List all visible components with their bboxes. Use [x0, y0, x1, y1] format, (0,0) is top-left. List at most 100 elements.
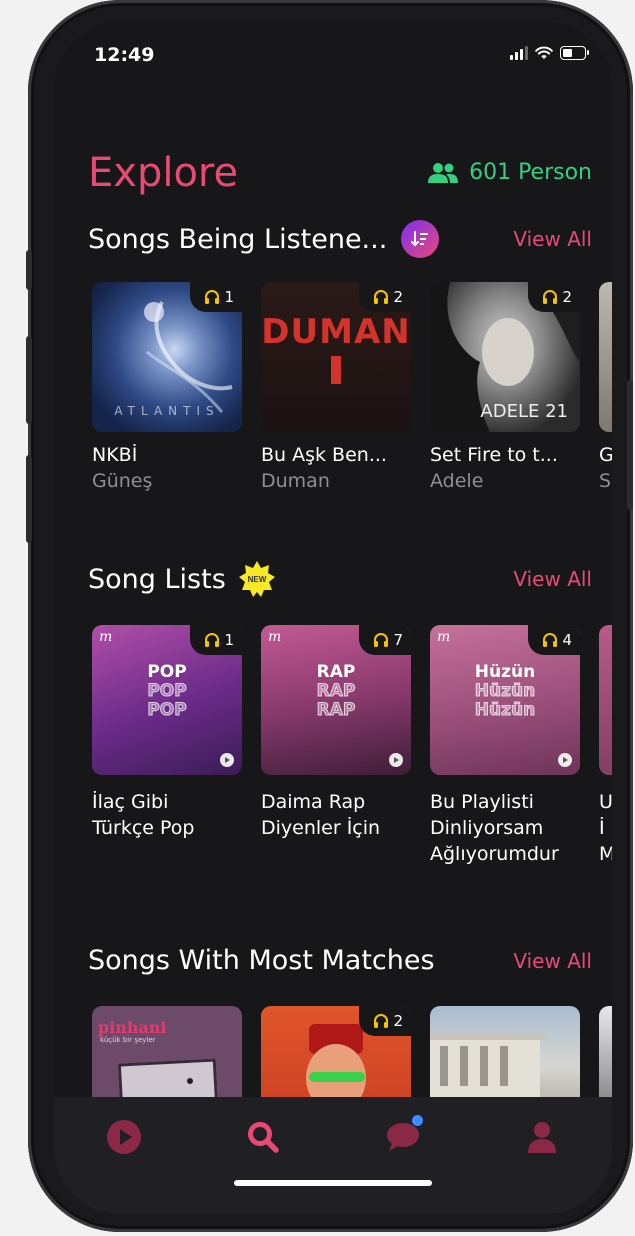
listener-badge: 4 — [528, 625, 580, 655]
listener-count: 7 — [393, 631, 403, 649]
wifi-icon — [535, 46, 553, 59]
song-card[interactable]: ATLANTIS 1 NKBİ Güneş — [92, 282, 242, 492]
headphones-icon — [543, 290, 558, 304]
playlist-card[interactable]: m RAP RAP RAP 7 Daima Rap Diyenler İçin — [261, 625, 411, 867]
song-artist: Duman — [261, 470, 330, 492]
tab-explore[interactable] — [233, 1117, 293, 1157]
section-header-listening: Songs Being Listene... View All — [88, 220, 592, 258]
song-lists-row: m POP POP POP 1 İlaç Gibi Türkçe Pop m R… — [92, 625, 612, 867]
playlist-card[interactable]: m POP POP POP 1 İlaç Gibi Türkçe Pop — [92, 625, 242, 867]
song-card[interactable]: G S — [599, 282, 612, 492]
listener-badge: 2 — [359, 282, 411, 312]
tab-profile[interactable] — [512, 1117, 572, 1157]
battery-icon — [560, 46, 589, 60]
listener-badge: 1 — [190, 282, 242, 312]
play-icon — [220, 753, 234, 767]
headphones-icon — [374, 290, 389, 304]
playlist-title: Bu Playlisti Dinliyorsam Ağlıyorumdur — [430, 791, 559, 865]
status-time: 12:49 — [94, 44, 155, 66]
notification-dot — [411, 1115, 423, 1126]
headphones-icon — [205, 290, 220, 304]
section-title: Songs Being Listene... — [88, 223, 388, 255]
person-count-badge[interactable]: 601 Person — [427, 160, 592, 185]
art-subtext: küçük bir şeyler — [100, 1036, 156, 1044]
home-indicator — [234, 1180, 432, 1186]
listener-count: 1 — [224, 631, 234, 649]
playlist-art — [599, 625, 612, 775]
art-text: ATLANTIS — [114, 404, 220, 418]
listener-badge: 1 — [190, 625, 242, 655]
album-art: DUMAN 2 — [261, 282, 411, 432]
view-all-link[interactable]: View All — [513, 949, 592, 973]
listening-row: ATLANTIS 1 NKBİ Güneş DUMAN 2 Bu Aşk Ben… — [92, 282, 612, 492]
tab-messages[interactable] — [373, 1115, 433, 1157]
listener-count: 4 — [562, 631, 572, 649]
listener-badge: 2 — [359, 1006, 411, 1036]
play-icon — [558, 753, 572, 767]
new-badge-icon: NEW — [238, 561, 275, 597]
art-text: ADELE 21 — [480, 401, 568, 422]
playlist-card[interactable]: m Hüzün Hüzün Hüzün 4 Bu Playlisti Dinli… — [430, 625, 580, 867]
profile-icon — [528, 1122, 557, 1153]
genre-label: RAP RAP RAP — [316, 662, 356, 721]
playlist-art: m Hüzün Hüzün Hüzün 4 — [430, 625, 580, 775]
genre-label: Hüzün Hüzün Hüzün — [474, 662, 536, 721]
users-icon — [428, 162, 459, 183]
m-logo-icon: m — [99, 629, 113, 645]
listener-count: 2 — [393, 288, 403, 306]
section-title: Song Lists — [88, 563, 226, 595]
album-art: ATLANTIS 1 — [92, 282, 242, 432]
song-card[interactable]: DUMAN 2 Bu Aşk Ben... Duman — [261, 282, 411, 492]
search-icon — [248, 1122, 279, 1153]
m-logo-icon: m — [268, 629, 282, 645]
playlist-title: Daima Rap Diyenler İçin — [261, 791, 381, 839]
song-artist: Adele — [430, 470, 484, 492]
playlist-art: m POP POP POP 1 — [92, 625, 242, 775]
status-icons — [510, 46, 589, 60]
mute-switch — [26, 250, 32, 290]
art-text: pinhani — [98, 1018, 167, 1037]
song-card[interactable]: ADELE 21 2 Set Fire to t... Adele — [430, 282, 580, 492]
play-icon — [389, 753, 403, 767]
playlist-title: İlaç Gibi Türkçe Pop — [92, 791, 195, 839]
genre-label: POP POP POP — [147, 662, 187, 721]
playlist-title: U İ M — [599, 791, 612, 865]
tab-player[interactable] — [94, 1117, 154, 1157]
view-all-link[interactable]: View All — [513, 567, 592, 591]
song-title: NKBİ — [92, 444, 138, 466]
m-logo-icon: m — [437, 629, 451, 645]
art-mark — [331, 356, 341, 384]
section-header-song-lists: Song Lists NEW View All — [88, 560, 592, 598]
playlist-card[interactable]: U İ M — [599, 625, 612, 867]
page-title: Explore — [88, 150, 239, 196]
signal-icon — [510, 46, 528, 60]
headphones-icon — [543, 633, 558, 647]
new-badge-text: NEW — [247, 575, 266, 584]
section-title: Songs With Most Matches — [88, 945, 435, 976]
headphones-icon — [205, 633, 220, 647]
song-title: G — [599, 444, 612, 466]
sort-button[interactable] — [401, 220, 440, 258]
listener-badge: 7 — [359, 625, 411, 655]
play-icon — [106, 1120, 141, 1154]
song-title: Set Fire to t... — [430, 444, 558, 466]
playlist-art: m RAP RAP RAP 7 — [261, 625, 411, 775]
album-art: ADELE 21 2 — [430, 282, 580, 432]
app-screen: 12:49 Explore 601 Person Songs Being Lis… — [54, 22, 612, 1214]
section-header-matches: Songs With Most Matches View All — [88, 945, 592, 976]
headphones-icon — [374, 1014, 389, 1028]
volume-up-button — [26, 336, 32, 424]
power-button — [627, 380, 633, 510]
art-dot — [187, 1078, 193, 1084]
album-art — [599, 282, 612, 432]
volume-down-button — [26, 455, 32, 543]
person-count-text: 601 Person — [469, 160, 592, 185]
art-text: DUMAN — [261, 312, 411, 352]
song-artist: S — [599, 470, 612, 492]
song-artist: Güneş — [92, 470, 153, 492]
sort-icon — [411, 231, 429, 247]
listener-count: 1 — [224, 288, 234, 306]
headphones-icon — [374, 633, 389, 647]
view-all-link[interactable]: View All — [513, 227, 592, 251]
listener-badge: 2 — [528, 282, 580, 312]
